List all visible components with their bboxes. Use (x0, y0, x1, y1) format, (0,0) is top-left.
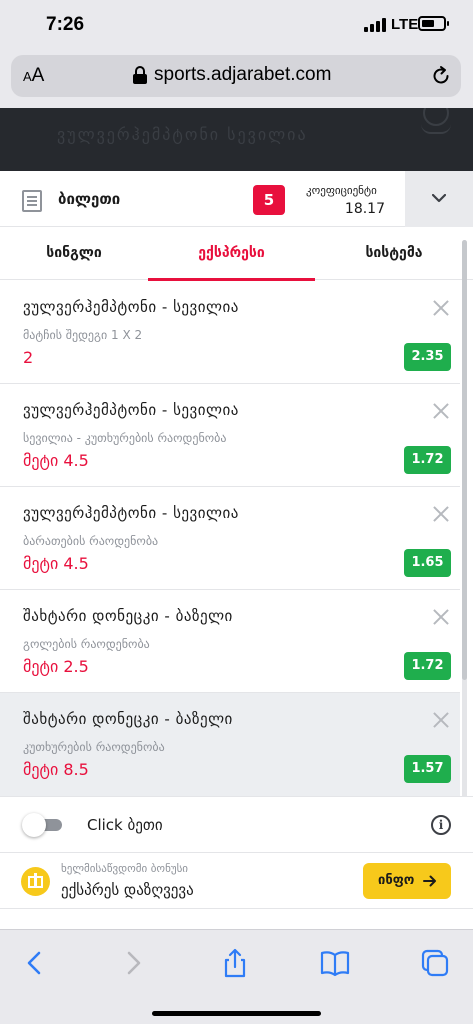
betslip-header[interactable]: ბილეთი 5 კოეფიციენტი 18.17 (0, 171, 473, 227)
odd-badge: 2.35 (404, 343, 451, 371)
bookmarks-icon[interactable] (320, 948, 350, 978)
click-bet-toggle[interactable] (22, 813, 64, 837)
bet-item: ვულვერჰემპტონი - სევილია ბარათების რაოდე… (0, 487, 460, 590)
bet-pick: მეტი 4.5 (23, 451, 89, 470)
tab-single[interactable]: სინგლი (0, 227, 148, 280)
url-text[interactable]: sports.adjarabet.com (154, 64, 331, 86)
coefficient-label: კოეფიციენტი (306, 184, 377, 197)
match-header-strip: ვულვერჰემპტონი სევილია (0, 108, 473, 171)
bet-type-tabs: სინგლი ექსპრესი სისტემა (0, 227, 473, 281)
cellular-signal-icon (364, 18, 386, 32)
toggle-knob (22, 813, 46, 837)
bet-market: ბარათების რაოდენობა (23, 534, 159, 548)
bet-item: შახტარი დონეცკი - ბაზელი კუთხურების რაოდ… (0, 693, 460, 796)
bet-match: ვულვერჰემპტონი - სევილია (23, 401, 239, 419)
header-decoration (421, 124, 451, 134)
header-match-title: ვულვერჰემპტონი სევილია (57, 125, 308, 144)
tab-express[interactable]: ექსპრესი (148, 227, 315, 281)
gift-icon (21, 867, 50, 896)
collapse-button[interactable] (405, 171, 473, 227)
tabs-icon[interactable] (420, 948, 450, 978)
tab-system[interactable]: სისტემა (315, 227, 473, 280)
bonus-row: ხელმისაწვდომი ბონუსი ექსპრეს დაზღვევა ინ… (0, 853, 473, 909)
close-icon[interactable] (433, 609, 449, 625)
bonus-info-label: ინფო (378, 873, 415, 888)
bonus-title: ხელმისაწვდომი ბონუსი (61, 862, 189, 875)
bet-match: ვულვერჰემპტონი - სევილია (23, 504, 239, 522)
reload-icon[interactable] (430, 65, 452, 87)
status-bar: 7:26 LTE (0, 0, 473, 50)
bet-pick: მეტი 2.5 (23, 657, 89, 676)
browser-toolbar (0, 929, 473, 1024)
scrollbar-thumb[interactable] (462, 240, 467, 680)
home-indicator (152, 1011, 321, 1016)
back-icon[interactable] (20, 948, 50, 978)
bet-market: გოლების რაოდენობა (23, 637, 150, 651)
odd-badge: 1.72 (404, 446, 451, 474)
battery-icon (418, 16, 449, 31)
betslip-title: ბილეთი (58, 190, 121, 208)
close-icon[interactable] (433, 300, 449, 316)
bet-market: სევილია - კუთხურების რაოდენობა (23, 431, 227, 445)
bet-match: ვულვერჰემპტონი - სევილია (23, 298, 239, 316)
bet-list: ვულვერჰემპტონი - სევილია მატჩის შედეგი 1… (0, 281, 460, 796)
status-time: 7:26 (46, 14, 85, 35)
bet-market: მატჩის შედეგი 1 X 2 (23, 328, 143, 342)
info-icon[interactable]: i (431, 815, 451, 835)
odd-badge: 1.57 (404, 755, 451, 783)
list-footer (0, 909, 473, 929)
click-bet-label: Click ბეთი (87, 816, 163, 834)
bet-market: კუთხურების რაოდენობა (23, 740, 165, 754)
close-icon[interactable] (433, 506, 449, 522)
bet-pick: მეტი 4.5 (23, 554, 89, 573)
odd-badge: 1.65 (404, 549, 451, 577)
odd-badge: 1.72 (404, 652, 451, 680)
text-size-button[interactable]: AA (23, 65, 44, 87)
bet-match: შახტარი დონეცკი - ბაზელი (23, 710, 233, 728)
bet-item: შახტარი დონეცკი - ბაზელი გოლების რაოდენო… (0, 590, 460, 693)
bet-pick: მეტი 8.5 (23, 760, 89, 779)
forward-icon[interactable] (118, 948, 148, 978)
arrow-right-icon (423, 875, 436, 887)
bet-match: შახტარი დონეცკი - ბაზელი (23, 607, 233, 625)
network-type: LTE (391, 16, 419, 33)
bet-pick: 2 (23, 348, 34, 367)
bonus-subtitle: ექსპრეს დაზღვევა (61, 881, 194, 899)
bet-count-badge: 5 (253, 185, 285, 215)
bonus-info-button[interactable]: ინფო (363, 863, 451, 899)
browser-address-area: AA sports.adjarabet.com (0, 50, 473, 108)
bet-item: ვულვერჰემპტონი - სევილია სევილია - კუთხუ… (0, 384, 460, 487)
close-icon[interactable] (433, 403, 449, 419)
close-icon[interactable] (433, 712, 449, 728)
bet-item: ვულვერჰემპტონი - სევილია მატჩის შედეგი 1… (0, 281, 460, 384)
share-icon[interactable] (220, 948, 250, 978)
lock-icon (133, 66, 147, 84)
coefficient-value: 18.17 (344, 201, 385, 217)
click-bet-row: Click ბეთი i (0, 796, 473, 853)
ticket-icon (22, 190, 42, 212)
address-bar[interactable]: AA sports.adjarabet.com (11, 55, 461, 97)
chevron-down-icon (432, 194, 446, 203)
